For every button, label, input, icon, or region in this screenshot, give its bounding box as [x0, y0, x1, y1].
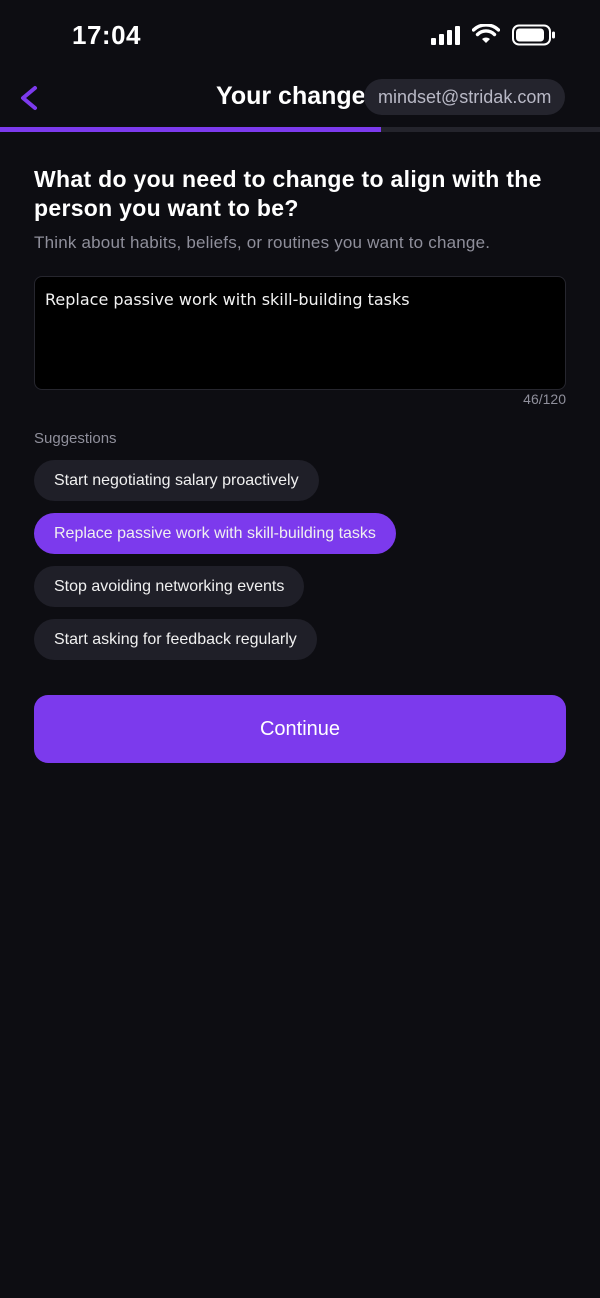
signal-icon: [431, 25, 460, 45]
back-button[interactable]: [14, 80, 46, 116]
suggestion-chip[interactable]: Stop avoiding networking events: [34, 566, 305, 607]
page-title: Your change: [216, 82, 366, 110]
suggestion-chip-selected[interactable]: Replace passive work with skill-building…: [34, 513, 396, 554]
character-counter: 46/120: [523, 391, 566, 407]
suggestion-chip[interactable]: Start negotiating salary proactively: [34, 460, 319, 501]
question-heading: What do you need to change to align with…: [34, 166, 542, 221]
progress-bar: [0, 127, 600, 132]
status-time: 17:04: [72, 20, 141, 50]
wifi-icon: [472, 24, 500, 43]
nav-bar: Your change mindset@stridak.com: [0, 70, 600, 126]
account-email-chip: mindset@stridak.com: [364, 79, 566, 115]
battery-icon: [512, 24, 555, 46]
question-hint: Think about habits, beliefs, or routines…: [34, 233, 491, 252]
status-bar: 17:04: [0, 0, 600, 70]
suggestion-chip[interactable]: Start asking for feedback regularly: [34, 619, 317, 660]
status-icons: [431, 24, 556, 46]
chevron-left-icon: [21, 86, 37, 110]
progress-fill: [0, 127, 381, 132]
continue-button[interactable]: Continue: [34, 695, 566, 763]
change-text-input[interactable]: Replace passive work with skill-building…: [34, 276, 566, 390]
suggestion-list: Start negotiating salary proactively Rep…: [34, 460, 396, 672]
suggestions-label: Suggestions: [34, 430, 117, 447]
